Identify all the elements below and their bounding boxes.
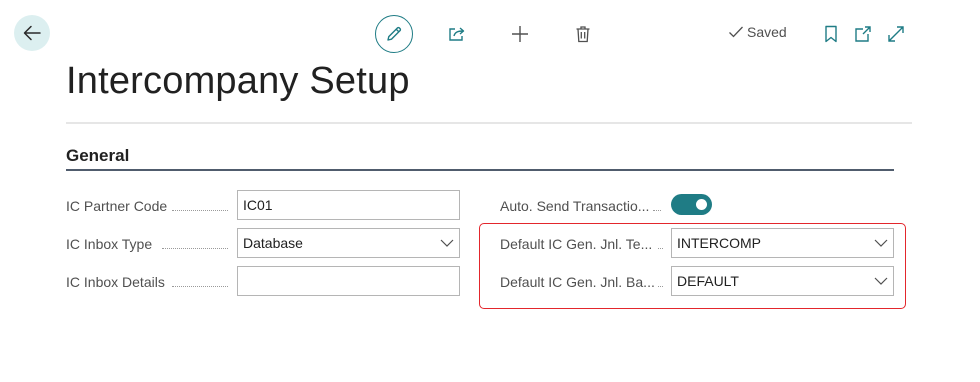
trash-icon bbox=[576, 26, 590, 43]
section-title-general[interactable]: General bbox=[66, 146, 129, 166]
open-new-window-button[interactable] bbox=[851, 22, 875, 46]
share-button[interactable] bbox=[445, 22, 469, 46]
bookmark-icon bbox=[825, 25, 837, 43]
expand-icon bbox=[888, 26, 904, 42]
field-leader bbox=[172, 210, 228, 211]
open-new-window-icon bbox=[855, 26, 871, 42]
toggle-knob bbox=[696, 199, 707, 210]
field-leader bbox=[653, 210, 661, 211]
pencil-icon bbox=[387, 26, 402, 41]
arrow-left-icon bbox=[23, 25, 41, 41]
bookmark-button[interactable] bbox=[819, 22, 843, 46]
auto-send-transactions-toggle[interactable] bbox=[671, 194, 712, 215]
ic-inbox-type-value: Database bbox=[243, 235, 303, 251]
delete-button[interactable] bbox=[571, 22, 595, 46]
new-button[interactable] bbox=[508, 22, 532, 46]
auto-send-transactions-label: Auto. Send Transactio... bbox=[500, 198, 650, 214]
page-title: Intercompany Setup bbox=[66, 60, 410, 102]
ic-inbox-type-select[interactable]: Database bbox=[237, 228, 460, 258]
back-button[interactable] bbox=[14, 15, 50, 51]
ic-partner-code-field[interactable]: IC01 bbox=[237, 190, 460, 220]
highlight-box bbox=[479, 223, 906, 309]
ic-partner-code-label: IC Partner Code bbox=[66, 198, 168, 214]
saved-status: Saved bbox=[728, 24, 787, 40]
edit-button[interactable] bbox=[375, 15, 413, 53]
share-icon bbox=[449, 27, 465, 41]
title-divider bbox=[66, 122, 912, 124]
expand-button[interactable] bbox=[884, 22, 908, 46]
field-leader bbox=[172, 286, 228, 287]
checkmark-icon bbox=[729, 26, 743, 38]
ic-inbox-details-label: IC Inbox Details bbox=[66, 274, 165, 290]
ic-inbox-details-field[interactable] bbox=[237, 266, 460, 296]
ic-inbox-type-label: IC Inbox Type bbox=[66, 236, 153, 252]
chevron-down-icon bbox=[440, 239, 454, 247]
field-leader bbox=[162, 248, 228, 249]
plus-icon bbox=[512, 26, 528, 42]
saved-label: Saved bbox=[747, 24, 787, 40]
section-divider bbox=[66, 169, 894, 171]
